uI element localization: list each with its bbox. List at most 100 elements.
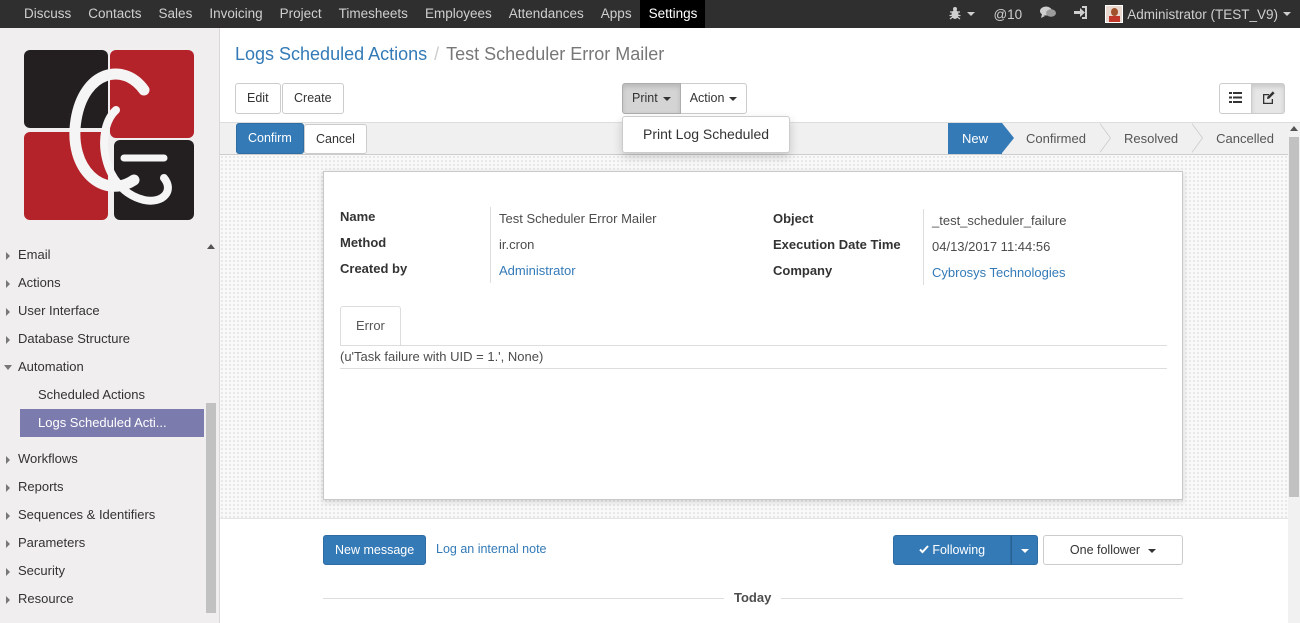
caret-right-icon xyxy=(6,308,10,316)
stage-label: Resolved xyxy=(1123,131,1179,146)
menu-attendances[interactable]: Attendances xyxy=(500,0,592,28)
following-button[interactable]: Following xyxy=(893,535,1011,565)
followers-button[interactable]: One follower xyxy=(1043,535,1183,565)
sidebar-item-automation[interactable]: Automation xyxy=(0,353,204,381)
sidebar-item-label: Email xyxy=(18,247,51,262)
scrollbar-thumb[interactable] xyxy=(1289,137,1299,497)
mentions-counter[interactable]: @10 xyxy=(984,0,1031,28)
name-label: Name xyxy=(340,209,376,224)
sidebar-item-label: Actions xyxy=(18,275,61,290)
caret-right-icon xyxy=(6,540,10,548)
scroll-up-icon[interactable] xyxy=(1290,126,1298,131)
caret-right-icon xyxy=(6,336,10,344)
create-button[interactable]: Create xyxy=(282,83,344,114)
menu-project[interactable]: Project xyxy=(271,0,330,28)
main-scrollbar[interactable] xyxy=(1288,123,1300,623)
sidebar: Email Actions User Interface Database St… xyxy=(0,28,220,623)
sidebar-item-label: User Interface xyxy=(18,303,100,318)
caret-right-icon xyxy=(6,456,10,464)
sidebar-item-label: Parameters xyxy=(18,535,86,550)
menu-contacts[interactable]: Contacts xyxy=(79,0,149,28)
avatar xyxy=(1105,5,1124,23)
stage-arrow xyxy=(1098,123,1111,153)
created-by-link[interactable]: Administrator xyxy=(499,263,576,278)
sidebar-item-label: Workflows xyxy=(18,451,78,466)
stage-new[interactable]: New xyxy=(947,123,1015,154)
sidebar-item-security[interactable]: Security xyxy=(0,557,204,585)
systray: @10 Administrator (TEST_V9) xyxy=(939,0,1300,28)
sidebar-item-sequences[interactable]: Sequences & Identifiers xyxy=(0,501,204,529)
sidebar-actions: Print Action xyxy=(622,83,748,114)
tab-error[interactable]: Error xyxy=(340,306,401,346)
messages-button[interactable] xyxy=(1031,0,1065,28)
execution-date-label: Execution Date Time xyxy=(773,237,901,252)
user-menu[interactable]: Administrator (TEST_V9) xyxy=(1096,0,1300,28)
method-value: ir.cron xyxy=(499,237,535,252)
breadcrumb: Logs Scheduled Actions / Test Scheduler Er… xyxy=(235,44,664,65)
sidebar-item-label: Sequences & Identifiers xyxy=(18,507,156,522)
sidebar-item-actions[interactable]: Actions xyxy=(0,269,204,297)
print-log-scheduled-option[interactable]: Print Log Scheduled xyxy=(623,117,789,152)
sidebar-item-user-interface[interactable]: User Interface xyxy=(0,297,204,325)
log-note-button[interactable]: Log an internal note xyxy=(436,542,547,556)
logout-button[interactable] xyxy=(1065,0,1096,28)
status-stages: New Confirmed Resolved Cancelled xyxy=(947,123,1288,154)
sidebar-subitem-logs-scheduled-actions[interactable]: Logs Scheduled Acti... xyxy=(20,409,204,437)
sidebar-item-label: Automation xyxy=(18,359,84,374)
action-button[interactable]: Action xyxy=(680,83,748,114)
scroll-up-icon[interactable] xyxy=(207,244,215,249)
menu-settings[interactable]: Settings xyxy=(639,0,706,28)
breadcrumb-separator: / xyxy=(434,44,440,64)
control-panel: Logs Scheduled Actions / Test Scheduler Er… xyxy=(220,28,1300,123)
sidebar-item-reports[interactable]: Reports xyxy=(0,473,204,501)
field-divider xyxy=(923,209,924,285)
caret-right-icon xyxy=(6,512,10,520)
debug-menu[interactable] xyxy=(939,0,984,28)
scrollbar-thumb[interactable] xyxy=(206,403,216,613)
confirm-button[interactable]: Confirm xyxy=(236,123,304,154)
menu-timesheets[interactable]: Timesheets xyxy=(330,0,416,28)
sidebar-scrollbar[interactable] xyxy=(205,241,217,623)
menu-invoicing[interactable]: Invoicing xyxy=(200,0,270,28)
breadcrumb-parent[interactable]: Logs Scheduled Actions xyxy=(235,44,427,64)
cancel-button[interactable]: Cancel xyxy=(304,124,367,154)
sidebar-item-database-structure[interactable]: Database Structure xyxy=(0,325,204,353)
list-view-button[interactable] xyxy=(1219,83,1252,114)
stage-arrow xyxy=(1191,123,1204,153)
new-message-button[interactable]: New message xyxy=(323,535,427,565)
company-label: Company xyxy=(773,263,833,278)
stage-confirmed[interactable]: Confirmed xyxy=(1002,123,1111,154)
sidebar-item-parameters[interactable]: Parameters xyxy=(0,529,204,557)
form-sheet: Name Test Scheduler Error Mailer Method … xyxy=(323,171,1183,500)
sidebar-item-resource[interactable]: Resource xyxy=(0,585,204,613)
stage-resolved[interactable]: Resolved xyxy=(1100,123,1204,154)
sidebar-subitem-scheduled-actions[interactable]: Scheduled Actions xyxy=(0,381,204,409)
follow-button-group: Following xyxy=(893,535,1038,565)
print-button[interactable]: Print xyxy=(622,83,681,114)
print-label: Print xyxy=(632,91,658,105)
company-link[interactable]: Cybrosys Technologies xyxy=(932,265,1065,280)
bug-icon xyxy=(948,6,962,23)
menu-apps[interactable]: Apps xyxy=(592,0,640,28)
execution-date-value: 04/13/2017 11:44:56 xyxy=(932,239,1051,254)
stage-label: Confirmed xyxy=(1026,131,1086,146)
form-view-button[interactable] xyxy=(1252,83,1285,114)
check-icon xyxy=(919,543,932,557)
stage-cancelled[interactable]: Cancelled xyxy=(1192,123,1288,154)
followers-label: One follower xyxy=(1069,543,1141,557)
following-label: Following xyxy=(932,543,986,557)
sidebar-item-workflows[interactable]: Workflows xyxy=(0,445,204,473)
edit-button[interactable]: Edit xyxy=(235,83,281,114)
sidebar-item-email[interactable]: Email xyxy=(0,241,204,269)
menu-discuss[interactable]: Discuss xyxy=(15,0,79,28)
menu-employees[interactable]: Employees xyxy=(416,0,500,28)
sidebar-item-label: Resource xyxy=(18,591,74,606)
field-divider xyxy=(490,207,491,283)
following-dropdown-button[interactable] xyxy=(1011,535,1038,565)
caret-right-icon xyxy=(6,280,10,288)
chevron-down-icon xyxy=(1283,12,1291,16)
date-label: Today xyxy=(724,590,782,605)
caret-right-icon xyxy=(6,484,10,492)
menu-sales[interactable]: Sales xyxy=(150,0,201,28)
chevron-down-icon xyxy=(662,96,671,101)
